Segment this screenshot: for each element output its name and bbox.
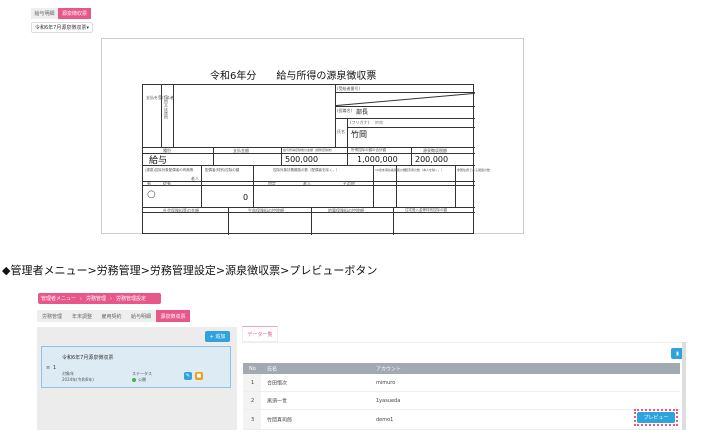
chevron-down-icon: ▾ bbox=[86, 24, 89, 31]
row-name: 合田悟次 bbox=[267, 380, 288, 386]
after-deduction-value: 500,000 bbox=[285, 155, 319, 164]
label-payment: 支払金額 bbox=[233, 148, 249, 153]
add-button[interactable]: + 追加 bbox=[205, 331, 230, 342]
withholding-form: 支払を受ける者 住所又は居所 (受給者番号) (役職名) 部長 氏名 (フリガナ… bbox=[142, 84, 490, 235]
label-elder: 老人 bbox=[303, 181, 311, 186]
name-value: 竹岡 bbox=[351, 130, 367, 139]
tab-payslip[interactable]: 給与明細 bbox=[126, 310, 156, 322]
tax-value: 200,000 bbox=[415, 155, 449, 164]
label-recipient-no: (受給者番号) bbox=[337, 86, 361, 91]
breadcrumb-admin[interactable]: 管理者メニュー bbox=[41, 295, 76, 302]
drag-handle-icon[interactable]: ≡ bbox=[46, 365, 50, 371]
breadcrumb-labor[interactable]: 労務管理 bbox=[86, 295, 106, 302]
tab-withholding[interactable]: 源泉徴収票 bbox=[58, 8, 91, 19]
furigana-value: ﾀｹｵｶ bbox=[375, 120, 383, 125]
tab-labor[interactable]: 労務管理 bbox=[37, 310, 67, 322]
period-select[interactable]: 令和6年7月源泉徴収票 ▾ bbox=[31, 22, 93, 33]
label-housing: 住宅借入金等特別控除の額 bbox=[405, 208, 447, 212]
label-furigana: (フリガナ) bbox=[350, 120, 370, 125]
spouse-mark: ○ bbox=[147, 189, 156, 200]
label-special-spouse: 配偶者(特別)控除の額 bbox=[205, 168, 240, 172]
label-nonresident: 非居住者である親族の数 bbox=[457, 168, 490, 172]
special-spouse-value: 0 bbox=[243, 193, 249, 202]
label-other: その他 bbox=[343, 181, 355, 186]
row-account: demo1 bbox=[376, 416, 394, 423]
tab-withholding[interactable]: 源泉徴収票 bbox=[156, 310, 190, 322]
row-no: 2 bbox=[251, 397, 255, 404]
label-subordinate: 従有 bbox=[163, 181, 171, 186]
row-no: 1 bbox=[251, 379, 255, 386]
position-value: 部長 bbox=[356, 109, 369, 116]
label-tax: 源泉徴収税額 bbox=[423, 148, 447, 153]
tab-year-end[interactable]: 年末調整 bbox=[67, 310, 97, 322]
tab-contract[interactable]: 雇用契約 bbox=[97, 310, 126, 322]
tab-payslip[interactable]: 給与明細 bbox=[31, 8, 58, 19]
preview-button[interactable]: プレビュー bbox=[637, 412, 675, 423]
status-dot-icon bbox=[132, 378, 136, 382]
label-after-deduction: 給与所得控除後の金額（調整控除後） bbox=[283, 148, 335, 152]
card-title: 令和6年7月源泉徴収票 bbox=[62, 355, 114, 361]
row-account: 1yasueda bbox=[376, 397, 401, 404]
type-value: 給与 bbox=[149, 156, 168, 166]
breadcrumb-labor-settings: 労務管理設定 bbox=[116, 296, 147, 302]
row-name: 黒須一世 bbox=[267, 398, 288, 404]
label-disabled: 障害者の数（本人を除く。） bbox=[405, 168, 445, 172]
tab-data-list[interactable]: データ一覧 bbox=[242, 326, 278, 342]
label-social: 社会保険料等の金額 bbox=[163, 208, 199, 213]
document-title: 令和6年分 給与所得の源泉徴収票 bbox=[210, 71, 377, 82]
section-heading: ◆管理者メニュー>労務管理>労務管理設定>源泉徴収票>プレビューボタン bbox=[2, 264, 378, 277]
label-special: 特定 bbox=[268, 181, 276, 186]
label-under16: 16歳未満扶養親族の数 bbox=[375, 168, 406, 172]
chevron-right-icon: › bbox=[110, 295, 113, 302]
row-no: 3 bbox=[251, 416, 255, 423]
total-deduction-value: 1,000,000 bbox=[357, 155, 398, 164]
select-value: 令和6年7月源泉徴収票 bbox=[35, 25, 87, 31]
table-row: 2 黒須一世 1yasueda bbox=[243, 392, 680, 410]
label-name: 氏名 bbox=[337, 129, 345, 134]
row-account: mimuro bbox=[376, 379, 396, 386]
table-header: No 氏名 アカウント bbox=[243, 363, 680, 374]
label-dependents: 控除対象扶養親族の数（配偶者を除く。） bbox=[273, 168, 340, 172]
chevron-right-icon: › bbox=[80, 295, 83, 302]
header-no: No bbox=[249, 365, 256, 372]
status-value: 公開 bbox=[138, 377, 146, 382]
label-life: 生命保険料の控除額 bbox=[248, 208, 284, 213]
breadcrumb: 管理者メニュー › 労務管理 › 労務管理設定 bbox=[38, 293, 161, 304]
label-position: (役職名) bbox=[337, 108, 353, 113]
table-row: 1 合田悟次 mimuro bbox=[243, 374, 680, 392]
label-earthquake: 地震保険料の控除額 bbox=[328, 208, 364, 213]
label-spouse: (源泉)控除対象配偶者の有無等 bbox=[145, 168, 194, 172]
trash-icon[interactable]: ■ bbox=[195, 372, 203, 380]
scrollbar[interactable] bbox=[682, 342, 686, 430]
header-name: 氏名 bbox=[267, 366, 278, 372]
edit-icon[interactable]: ✎ bbox=[184, 372, 192, 380]
label-yes: 有 bbox=[147, 181, 151, 186]
list-item[interactable]: 令和6年7月源泉徴収票 ≡ 1 対象年 2024年(令和6年) ステータス 公開… bbox=[41, 346, 231, 388]
label-total-deduction: 所得控除の額の合計額 bbox=[351, 148, 386, 152]
label-payer: 支払を受ける者 bbox=[146, 95, 174, 100]
year-value: 2024年(令和6年) bbox=[62, 377, 94, 382]
row-name: 竹岡真司郎 bbox=[267, 417, 293, 423]
label-old: 老人 bbox=[191, 176, 199, 181]
card-index: 1 bbox=[53, 365, 57, 371]
table-row: 3 竹岡真司郎 demo1 bbox=[243, 410, 680, 430]
label-address: 住所又は居所 bbox=[164, 95, 169, 119]
header-account: アカウント bbox=[376, 366, 402, 372]
